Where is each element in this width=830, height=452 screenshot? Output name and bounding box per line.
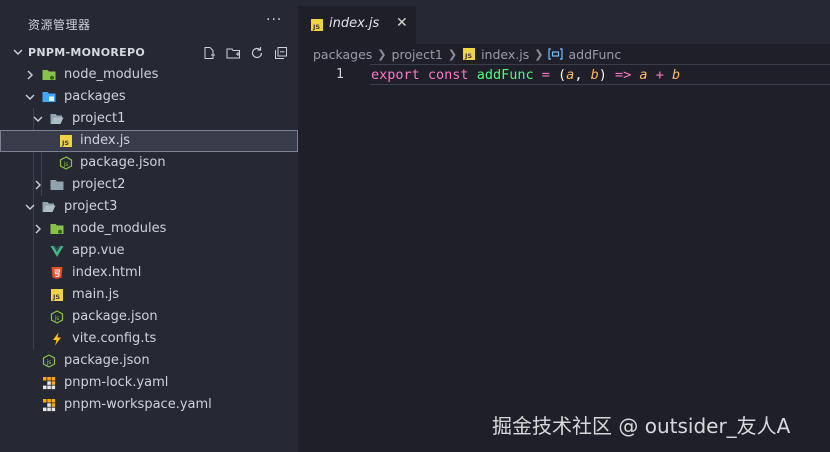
- symbol-variable-icon: [548, 48, 564, 60]
- editor-tab-bar: JS index.js ✕: [298, 0, 830, 44]
- tree-item-pnpm-lock[interactable]: pnpm-lock.yaml: [0, 372, 298, 394]
- html5-icon: [51, 267, 63, 279]
- tree-item-pnpm-workspace[interactable]: pnpm-workspace.yaml: [0, 394, 298, 416]
- workspace-title: PNPM-MONOREPO: [28, 46, 145, 59]
- svg-text:js: js: [46, 359, 52, 366]
- new-folder-icon[interactable]: [224, 44, 242, 62]
- chevron-right-icon: ❯: [377, 47, 387, 61]
- tree-item-label: package.json: [80, 155, 166, 170]
- tree-item-vite-config[interactable]: vite.config.ts: [0, 328, 298, 350]
- tree-item-label: node_modules: [72, 221, 167, 236]
- tree-item-label: project2: [72, 177, 126, 192]
- breadcrumb-item[interactable]: packages: [313, 47, 372, 62]
- chevron-right-icon: ❯: [447, 47, 458, 61]
- chevron-down-icon: [25, 204, 35, 210]
- svg-text:JS: JS: [61, 139, 69, 147]
- tree-item-label: index.js: [80, 133, 131, 148]
- tree-item-main-js[interactable]: JS main.js: [0, 284, 298, 306]
- tree-item-package-json[interactable]: js package.json: [0, 350, 298, 372]
- folder-open-icon: [50, 114, 64, 124]
- tree-item-package-json[interactable]: js package.json: [0, 152, 298, 174]
- chevron-right-icon: [27, 70, 33, 80]
- tree-item-label: package.json: [64, 353, 150, 368]
- breadcrumb: packages ❯ project1 ❯ JS index.js ❯ addF…: [313, 45, 621, 63]
- chevron-down-icon: [33, 116, 43, 122]
- tree-item-label: pnpm-workspace.yaml: [64, 397, 212, 412]
- new-file-icon[interactable]: [200, 44, 218, 62]
- line-number: 1: [336, 67, 344, 82]
- more-actions-icon[interactable]: ···: [266, 12, 282, 28]
- folder-node-icon: [50, 224, 64, 234]
- tree-item-project3[interactable]: project3: [0, 196, 298, 218]
- file-tree: node_modules packages project1 JS index.…: [0, 64, 298, 416]
- chevron-down-icon: [25, 94, 35, 100]
- node-json-icon: js: [59, 156, 73, 170]
- svg-text:JS: JS: [464, 52, 472, 60]
- tree-item-index-html[interactable]: index.html: [0, 262, 298, 284]
- folder-icon: [50, 180, 64, 190]
- chevron-right-icon: [35, 224, 41, 234]
- tree-item-label: index.html: [72, 265, 142, 280]
- tree-item-project1[interactable]: project1: [0, 108, 298, 130]
- tree-item-index-js[interactable]: JS index.js: [0, 130, 298, 152]
- close-icon[interactable]: ✕: [396, 15, 408, 31]
- collapse-all-icon[interactable]: [272, 44, 290, 62]
- tab-label: index.js: [329, 16, 380, 31]
- tree-item-node-modules[interactable]: node_modules: [0, 64, 298, 86]
- tree-item-package-json[interactable]: js package.json: [0, 306, 298, 328]
- pnpm-icon: [43, 377, 56, 390]
- tree-item-label: node_modules: [64, 67, 159, 82]
- code-line[interactable]: 1 export const addFunc = (a, b) => a + b: [298, 64, 830, 86]
- tree-item-packages[interactable]: packages: [0, 86, 298, 108]
- explorer-title: 资源管理器: [28, 18, 91, 32]
- tree-item-node-modules[interactable]: node_modules: [0, 218, 298, 240]
- node-json-icon: js: [42, 354, 56, 368]
- breadcrumb-item[interactable]: project1: [392, 47, 443, 62]
- svg-text:js: js: [54, 315, 60, 322]
- tree-item-project2[interactable]: project2: [0, 174, 298, 196]
- js-file-icon: JS: [51, 289, 63, 301]
- tree-item-label: pnpm-lock.yaml: [64, 375, 169, 390]
- code-text[interactable]: export const addFunc = (a, b) => a + b: [371, 67, 680, 83]
- tree-item-label: project1: [72, 111, 126, 126]
- chevron-right-icon: [35, 180, 41, 190]
- breadcrumb-item[interactable]: index.js: [481, 47, 529, 62]
- js-file-icon: JS: [60, 135, 72, 147]
- vite-icon: [53, 332, 61, 346]
- workspace-section-header[interactable]: PNPM-MONOREPO: [0, 42, 298, 64]
- tree-item-label: packages: [64, 89, 126, 104]
- tab-index-js[interactable]: JS index.js ✕: [298, 6, 416, 44]
- tree-item-label: app.vue: [72, 243, 125, 258]
- refresh-icon[interactable]: [248, 44, 266, 62]
- pnpm-icon: [43, 399, 56, 412]
- folder-node-icon: [42, 70, 56, 80]
- chevron-right-icon: ❯: [534, 47, 544, 61]
- folder-open-icon: [42, 202, 56, 212]
- folder-packages-icon: [42, 92, 56, 102]
- js-file-icon: JS: [462, 47, 476, 61]
- js-file-icon: JS: [311, 19, 323, 31]
- tree-item-label: project3: [64, 199, 118, 214]
- tree-item-label: main.js: [72, 287, 119, 302]
- svg-text:JS: JS: [312, 23, 320, 31]
- svg-text:js: js: [63, 161, 69, 168]
- tree-item-app-vue[interactable]: app.vue: [0, 240, 298, 262]
- breadcrumb-item[interactable]: addFunc: [568, 47, 621, 62]
- svg-text:JS: JS: [52, 293, 60, 301]
- explorer-sidebar: 资源管理器 ··· PNPM-MONOREPO node_modules pac…: [0, 0, 298, 452]
- watermark: 掘金技术社区 @ outsider_友人A: [492, 414, 791, 438]
- tree-item-label: vite.config.ts: [72, 331, 157, 346]
- node-json-icon: js: [50, 310, 64, 324]
- vue-icon: [50, 246, 64, 257]
- tree-item-label: package.json: [72, 309, 158, 324]
- chevron-down-icon: [13, 49, 23, 55]
